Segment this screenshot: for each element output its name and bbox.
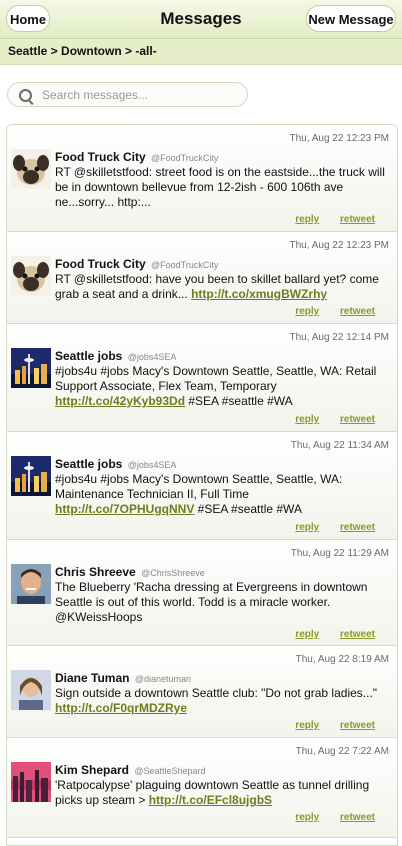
- sender-name[interactable]: Seattle jobs: [55, 349, 122, 363]
- reply-link[interactable]: reply: [295, 812, 319, 823]
- sender: Food Truck City @FoodTruckCity: [55, 257, 218, 271]
- sender-handle[interactable]: @dianetuman: [135, 674, 191, 684]
- retweet-link[interactable]: retweet: [340, 522, 375, 533]
- message-item: Thu, Aug 22 7:22 AM Kim Shepard @Seattle…: [7, 738, 397, 838]
- message-tags: #SEA #seattle #WA: [185, 394, 293, 408]
- sender-handle[interactable]: @FoodTruckCity: [151, 153, 218, 163]
- message-text: RT @skilletstfood: have you been to skil…: [55, 272, 385, 302]
- sender-name[interactable]: Seattle jobs: [55, 457, 122, 471]
- retweet-link[interactable]: retweet: [340, 629, 375, 640]
- sender: Kim Shepard @SeattleShepard: [55, 763, 206, 777]
- person-avatar[interactable]: [11, 670, 51, 710]
- sender: Diane Tuman @dianetuman: [55, 671, 191, 685]
- reply-link[interactable]: reply: [295, 306, 319, 317]
- person-avatar[interactable]: [11, 564, 51, 604]
- message-text: #jobs4u #jobs Macy's Downtown Seattle, S…: [55, 364, 385, 409]
- sender-name[interactable]: Diane Tuman: [55, 671, 129, 685]
- pug-avatar[interactable]: [11, 149, 51, 189]
- sender-handle[interactable]: @jobs4SEA: [128, 460, 177, 470]
- message-body: The Blueberry 'Racha dressing at Evergre…: [55, 580, 368, 624]
- breadcrumb-bar: Seattle > Downtown > -all-: [0, 39, 402, 65]
- retweet-link[interactable]: retweet: [340, 306, 375, 317]
- sender: Seattle jobs @jobs4SEA: [55, 349, 176, 363]
- reply-link[interactable]: reply: [295, 522, 319, 533]
- top-toolbar: Home Messages New Message: [0, 0, 402, 39]
- timestamp: Thu, Aug 22 7:22 AM: [295, 746, 389, 757]
- message-text: 'Ratpocalypse' plaguing downtown Seattle…: [55, 778, 385, 808]
- message-item: Thu, Aug 22 11:34 AM Seattle jobs @jobs4…: [7, 432, 397, 540]
- reply-link[interactable]: reply: [295, 720, 319, 731]
- sender-name[interactable]: Chris Shreeve: [55, 565, 136, 579]
- sender: Chris Shreeve @ChrisShreeve: [55, 565, 205, 579]
- sender-handle[interactable]: @ChrisShreeve: [141, 568, 205, 578]
- message-item: Thu, Aug 22 12:14 PM Seattle jobs @jobs4…: [7, 324, 397, 432]
- message-link[interactable]: http://t.co/7OPHUgqNNV: [55, 502, 194, 516]
- timestamp: Thu, Aug 22 12:23 PM: [289, 240, 389, 251]
- message-text: #jobs4u #jobs Macy's Downtown Seattle, S…: [55, 472, 385, 517]
- message-item: Thu, Aug 22 12:23 PM Food Truck City @Fo…: [7, 125, 397, 232]
- message-link[interactable]: http://t.co/xmugBWZrhy: [191, 287, 327, 301]
- timestamp: Thu, Aug 22 11:29 AM: [290, 548, 389, 559]
- breadcrumb[interactable]: Seattle > Downtown > -all-: [8, 39, 157, 64]
- timestamp: Thu, Aug 22 8:19 AM: [295, 654, 389, 665]
- timestamp: Thu, Aug 22 11:34 AM: [290, 440, 389, 451]
- message-link[interactable]: http://t.co/42yKyb93Dd: [55, 394, 185, 408]
- timestamp: Thu, Aug 22 12:23 PM: [289, 133, 389, 144]
- message-list: Thu, Aug 22 12:23 PM Food Truck City @Fo…: [6, 124, 398, 846]
- message-link[interactable]: http://t.co/EFcl8ujgbS: [149, 793, 272, 807]
- sender-handle[interactable]: @FoodTruckCity: [151, 260, 218, 270]
- skyline-avatar[interactable]: [11, 348, 51, 388]
- message-text: RT @skilletstfood: street food is on the…: [55, 165, 385, 210]
- sender-name[interactable]: Kim Shepard: [55, 763, 129, 777]
- timestamp: Thu, Aug 22 12:14 PM: [289, 332, 389, 343]
- message-item: Thu, Aug 22 11:29 AM Chris Shreeve @Chri…: [7, 540, 397, 646]
- sunset-avatar[interactable]: [11, 762, 51, 802]
- message-body: Sign outside a downtown Seattle club: "D…: [55, 686, 378, 700]
- message-actions: reply retweet: [277, 414, 375, 425]
- message-link[interactable]: http://t.co/F0qrMDZRye: [55, 701, 187, 715]
- search-input[interactable]: [42, 84, 237, 105]
- message-actions: reply retweet: [277, 306, 375, 317]
- pug-avatar[interactable]: [11, 256, 51, 296]
- reply-link[interactable]: reply: [295, 629, 319, 640]
- message-item: Thu, Aug 22 12:23 PM Food Truck City @Fo…: [7, 232, 397, 324]
- message-body: RT @skilletstfood: street food is on the…: [55, 165, 385, 209]
- sender-handle[interactable]: @SeattleShepard: [134, 766, 205, 776]
- message-actions: reply retweet: [277, 720, 375, 731]
- message-text: Sign outside a downtown Seattle club: "D…: [55, 686, 385, 716]
- new-message-button[interactable]: New Message: [306, 5, 396, 32]
- message-tags: #SEA #seattle #WA: [194, 502, 302, 516]
- retweet-link[interactable]: retweet: [340, 720, 375, 731]
- retweet-link[interactable]: retweet: [340, 812, 375, 823]
- search-box[interactable]: [7, 82, 248, 107]
- search-icon: [19, 89, 32, 102]
- message-actions: reply retweet: [277, 214, 375, 225]
- message-text: The Blueberry 'Racha dressing at Evergre…: [55, 580, 385, 625]
- message-body: #jobs4u #jobs Macy's Downtown Seattle, S…: [55, 364, 377, 393]
- sender-name[interactable]: Food Truck City: [55, 150, 146, 164]
- message-item: Thu, Aug 22 8:19 AM Diane Tuman @dianetu…: [7, 646, 397, 738]
- sender: Seattle jobs @jobs4SEA: [55, 457, 176, 471]
- message-body: #jobs4u #jobs Macy's Downtown Seattle, S…: [55, 472, 343, 501]
- sender-handle[interactable]: @jobs4SEA: [128, 352, 177, 362]
- reply-link[interactable]: reply: [295, 214, 319, 225]
- skyline-avatar[interactable]: [11, 456, 51, 496]
- retweet-link[interactable]: retweet: [340, 414, 375, 425]
- message-actions: reply retweet: [277, 812, 375, 823]
- reply-link[interactable]: reply: [295, 414, 319, 425]
- sender-name[interactable]: Food Truck City: [55, 257, 146, 271]
- message-actions: reply retweet: [277, 522, 375, 533]
- retweet-link[interactable]: retweet: [340, 214, 375, 225]
- sender: Food Truck City @FoodTruckCity: [55, 150, 218, 164]
- message-actions: reply retweet: [277, 629, 375, 640]
